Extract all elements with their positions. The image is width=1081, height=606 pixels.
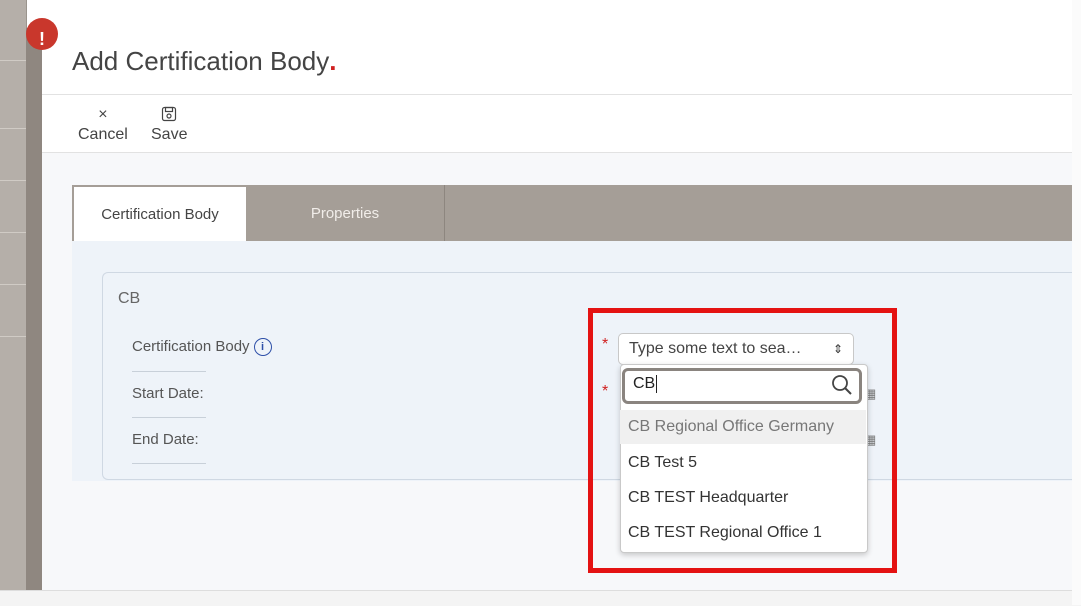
bottom-bar: [0, 590, 1081, 606]
sidebar-divider: [0, 180, 26, 181]
right-edge: [1072, 0, 1081, 605]
fieldset-legend: CB: [118, 290, 141, 307]
sidebar-divider: [0, 232, 26, 233]
sidebar-divider: [0, 60, 26, 61]
info-icon[interactable]: i: [253, 338, 272, 356]
dialog-panel: Add Certification Body. × Cancel Save Ce…: [42, 28, 1081, 590]
save-button[interactable]: Save: [151, 106, 187, 144]
title-dot: .: [329, 46, 337, 76]
alert-badge-text: !: [39, 29, 45, 49]
sidebar-divider: [0, 284, 26, 285]
close-icon: ×: [98, 106, 108, 123]
start-date-label: Start Date:: [132, 385, 204, 402]
save-icon: [151, 106, 187, 126]
certification-body-label: Certification Body i: [132, 338, 272, 356]
page-title: Add Certification Body.: [72, 46, 336, 77]
label-underline: [132, 463, 206, 464]
sidebar-divider: [0, 336, 26, 337]
highlight-box: [588, 308, 897, 573]
cancel-label: Cancel: [78, 126, 128, 143]
sidebar-divider: [0, 128, 26, 129]
label-underline: [132, 417, 206, 418]
tab-properties[interactable]: Properties: [246, 185, 445, 241]
divider: [42, 94, 1081, 95]
save-label: Save: [151, 126, 188, 143]
tab-certification-body[interactable]: Certification Body: [74, 187, 246, 241]
certification-body-label-text: Certification Body: [132, 338, 250, 355]
alert-badge: !: [26, 18, 58, 50]
label-underline: [132, 371, 206, 372]
panel-rail: [26, 28, 42, 590]
page-title-text: Add Certification Body: [72, 46, 330, 76]
cancel-button[interactable]: × Cancel: [78, 106, 128, 144]
end-date-label: End Date:: [132, 431, 199, 448]
tab-bar: Certification Body Properties: [72, 185, 1081, 241]
left-sidebar-strip: [0, 0, 27, 590]
